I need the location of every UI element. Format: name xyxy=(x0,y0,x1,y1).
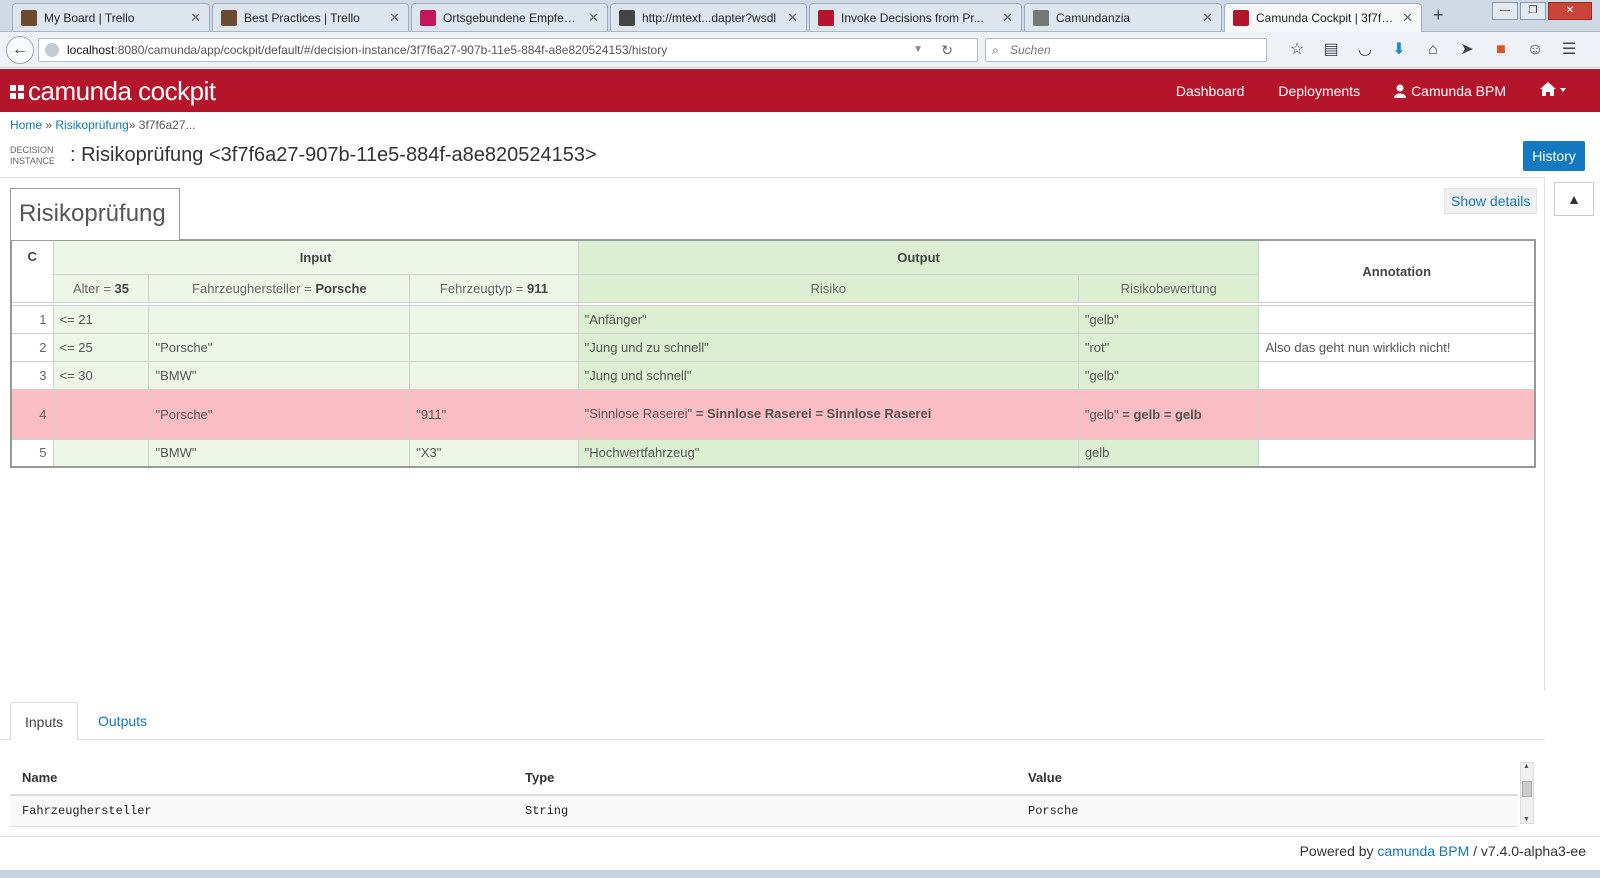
menu-icon[interactable]: ☰ xyxy=(1552,38,1586,62)
browser-tab[interactable]: My Board | Trello ✕ xyxy=(12,3,210,31)
back-arrow-icon[interactable]: ← xyxy=(6,36,34,64)
app-icon xyxy=(420,9,436,26)
browser-navbar: ← localhost:8080/camunda/app/cockpit/def… xyxy=(0,32,1600,68)
close-tab-icon[interactable]: ✕ xyxy=(1402,10,1413,26)
search-icon: ⌕ xyxy=(992,43,999,57)
new-tab-icon[interactable]: + xyxy=(1433,5,1444,26)
close-tab-icon[interactable]: ✕ xyxy=(1002,10,1013,26)
show-details-button[interactable]: Show details xyxy=(1444,188,1538,214)
decision-instance-label: DECISION INSTANCE xyxy=(10,145,55,166)
dropdown-icon[interactable]: ▼ xyxy=(913,39,923,61)
hit-policy: C xyxy=(10,239,54,303)
scroll-thumb[interactable] xyxy=(1522,781,1532,797)
output-header: Risikobewertung xyxy=(1077,273,1260,303)
reading-list-icon[interactable]: ▤ xyxy=(1314,38,1348,62)
browser-tabbar: My Board | Trello ✕ Best Practices | Trel… xyxy=(0,0,1600,32)
browser-tab[interactable]: Invoke Decisions from Pr... ✕ xyxy=(809,3,1022,31)
search-input[interactable]: ⌕ Suchen xyxy=(985,38,1267,62)
footer: Powered by camunda BPM / v7.4.0-alpha3-e… xyxy=(0,836,1600,866)
rule-row: 5 "BMW" "X3" "Hochwertfahrzeug" gelb xyxy=(10,438,1536,468)
user-icon xyxy=(1394,84,1407,98)
table-row: Fahrzeughersteller String Porsche xyxy=(10,796,1518,827)
chevron-up-icon[interactable]: ▲ xyxy=(1554,182,1594,216)
breadcrumb-current: 3f7f6a27... xyxy=(138,118,196,132)
output-group-header: Output xyxy=(577,239,1260,275)
home-icon[interactable]: ⌂ xyxy=(1416,38,1450,62)
user-menu[interactable]: Camunda BPM xyxy=(1394,83,1506,99)
pocket-icon[interactable]: ◡ xyxy=(1348,38,1382,62)
breadcrumb: Home » Risikoprüfung» 3f7f6a27... xyxy=(10,118,196,132)
camunda-icon xyxy=(818,9,834,26)
app-menu: Dashboard Deployments Camunda BPM xyxy=(1176,69,1600,112)
history-button[interactable]: History xyxy=(1523,141,1585,171)
breadcrumb-decision[interactable]: Risikoprüfung xyxy=(55,118,128,132)
breadcrumb-home[interactable]: Home xyxy=(10,118,42,132)
window-controls: — ❐ ✕ xyxy=(1490,2,1592,20)
page-icon xyxy=(1033,9,1049,26)
camunda-icon xyxy=(1233,10,1249,26)
decision-table: C Input Output Annotation Alter = 35 Fah… xyxy=(10,239,1536,468)
browser-tab[interactable]: Ortsgebundene Empfehl... ✕ xyxy=(411,3,608,31)
globe-icon xyxy=(45,43,59,57)
camunda-logo-icon xyxy=(10,84,24,99)
browser-toolbar: ☆ ▤ ◡ ⬇ ⌂ ➤ ■ ☺ ☰ xyxy=(1280,38,1586,62)
os-taskbar xyxy=(0,870,1600,878)
input-header: Alter = 35 xyxy=(52,273,150,303)
rule-row: 3 <= 30 "BMW" "Jung und schnell" "gelb" xyxy=(10,360,1536,390)
home-dropdown-icon xyxy=(1540,82,1566,96)
send-icon[interactable]: ➤ xyxy=(1450,38,1484,62)
brand[interactable]: camunda cockpit xyxy=(10,76,216,107)
rule-row: 1 <= 21 "Anfänger" "gelb" xyxy=(10,304,1536,334)
browser-tab[interactable]: Camundanzia ✕ xyxy=(1024,3,1222,31)
browser-tab-active[interactable]: Camunda Cockpit | 3f7f6... ✕ xyxy=(1224,3,1422,32)
trello-icon xyxy=(221,9,237,26)
addon-icon[interactable]: ■ xyxy=(1484,38,1518,62)
maximize-icon[interactable]: ❐ xyxy=(1520,2,1546,20)
minimize-icon[interactable]: — xyxy=(1492,2,1518,20)
download-icon[interactable]: ⬇ xyxy=(1382,38,1416,62)
browser-tab[interactable]: Best Practices | Trello ✕ xyxy=(212,3,409,31)
browser-tab[interactable]: http://mtext...dapter?wsdl ✕ xyxy=(610,3,807,31)
app-header: camunda cockpit Dashboard Deployments Ca… xyxy=(0,69,1600,112)
annotation-header: Annotation xyxy=(1258,239,1536,303)
close-tab-icon[interactable]: ✕ xyxy=(588,10,599,26)
scrollbar[interactable]: ▲ ▼ xyxy=(1520,762,1534,824)
page-title: : Risikoprüfung <3f7f6a27-907b-11e5-884f… xyxy=(70,144,597,166)
close-tab-icon[interactable]: ✕ xyxy=(787,10,798,26)
close-tab-icon[interactable]: ✕ xyxy=(389,10,400,26)
tab-outputs[interactable]: Outputs xyxy=(84,702,161,741)
close-window-icon[interactable]: ✕ xyxy=(1548,2,1592,20)
home-menu[interactable] xyxy=(1540,82,1566,99)
output-header: Risiko xyxy=(577,273,1079,303)
reload-icon[interactable]: ↻ xyxy=(941,39,953,61)
input-header: Fehrzeugtyp = 911 xyxy=(409,273,579,303)
decision-name: Risikoprüfung xyxy=(10,188,180,240)
nav-deployments[interactable]: Deployments xyxy=(1278,83,1360,99)
variables-table-header: Name Type Value xyxy=(10,760,1518,796)
camunda-link[interactable]: camunda BPM xyxy=(1377,843,1469,859)
url-bar[interactable]: localhost:8080/camunda/app/cockpit/defau… xyxy=(38,38,978,62)
scroll-up-icon[interactable]: ▲ xyxy=(1523,763,1530,770)
variables-table: Name Type Value Fahrzeughersteller Strin… xyxy=(10,760,1518,827)
bookmark-star-icon[interactable]: ☆ xyxy=(1280,38,1314,62)
rule-row-matched: 4 "Porsche" "911" "Sinnlose Raserei" = S… xyxy=(10,388,1536,440)
nav-dashboard[interactable]: Dashboard xyxy=(1176,83,1245,99)
input-group-header: Input xyxy=(52,239,579,275)
tab-inputs[interactable]: Inputs xyxy=(10,702,79,741)
chat-icon[interactable]: ☺ xyxy=(1518,38,1552,62)
trello-icon xyxy=(21,9,37,26)
rule-row: 2 <= 25 "Porsche" "Jung und zu schnell" … xyxy=(10,332,1536,362)
close-tab-icon[interactable]: ✕ xyxy=(190,10,201,26)
close-tab-icon[interactable]: ✕ xyxy=(1202,10,1213,26)
sap-icon xyxy=(619,9,635,26)
input-header: Fahrzeughersteller = Porsche xyxy=(148,273,411,303)
scroll-down-icon[interactable]: ▼ xyxy=(1523,816,1530,823)
variables-tabs: Inputs Outputs xyxy=(0,694,1545,741)
